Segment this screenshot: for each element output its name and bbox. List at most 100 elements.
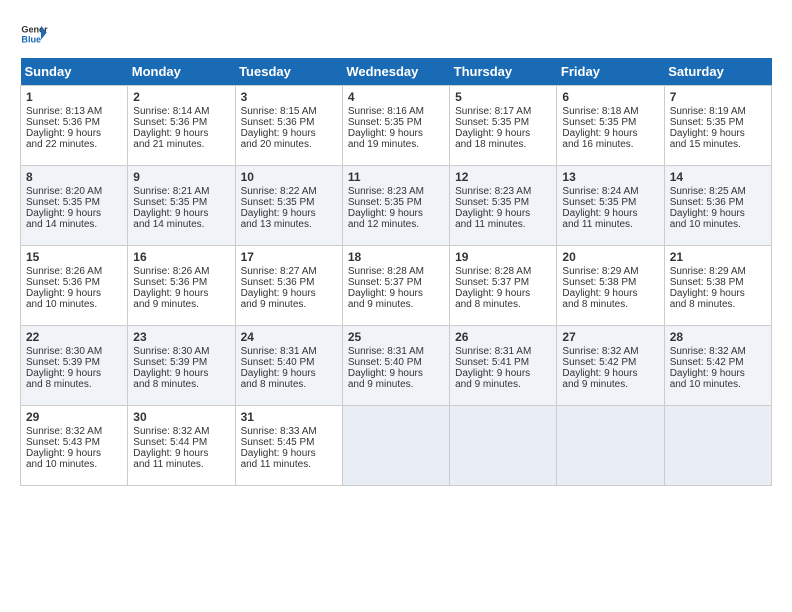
day-number: 5 xyxy=(455,90,551,104)
day-info-line: Daylight: 9 hours xyxy=(455,128,551,139)
day-info-line: Daylight: 9 hours xyxy=(562,208,658,219)
calendar-cell: 21Sunrise: 8:29 AMSunset: 5:38 PMDayligh… xyxy=(664,246,771,326)
day-info-line: Sunrise: 8:26 AM xyxy=(26,266,122,277)
day-info-line: Daylight: 9 hours xyxy=(562,128,658,139)
day-info-line: Sunset: 5:42 PM xyxy=(670,357,766,368)
day-info-line: Sunset: 5:36 PM xyxy=(670,197,766,208)
day-info-line: Daylight: 9 hours xyxy=(133,288,229,299)
day-number: 30 xyxy=(133,410,229,424)
day-info-line: Daylight: 9 hours xyxy=(26,128,122,139)
day-info-line: Daylight: 9 hours xyxy=(455,368,551,379)
day-info-line: Sunset: 5:39 PM xyxy=(26,357,122,368)
calendar-cell: 29Sunrise: 8:32 AMSunset: 5:43 PMDayligh… xyxy=(21,406,128,486)
calendar-cell: 9Sunrise: 8:21 AMSunset: 5:35 PMDaylight… xyxy=(128,166,235,246)
calendar-cell: 26Sunrise: 8:31 AMSunset: 5:41 PMDayligh… xyxy=(450,326,557,406)
calendar-cell: 10Sunrise: 8:22 AMSunset: 5:35 PMDayligh… xyxy=(235,166,342,246)
calendar-cell xyxy=(557,406,664,486)
day-number: 14 xyxy=(670,170,766,184)
day-info-line: and 11 minutes. xyxy=(562,219,658,230)
calendar-cell: 25Sunrise: 8:31 AMSunset: 5:40 PMDayligh… xyxy=(342,326,449,406)
day-number: 23 xyxy=(133,330,229,344)
day-number: 27 xyxy=(562,330,658,344)
day-info-line: Daylight: 9 hours xyxy=(562,288,658,299)
day-info-line: Daylight: 9 hours xyxy=(670,208,766,219)
day-info-line: Sunset: 5:36 PM xyxy=(133,277,229,288)
calendar-cell: 27Sunrise: 8:32 AMSunset: 5:42 PMDayligh… xyxy=(557,326,664,406)
calendar-cell: 1Sunrise: 8:13 AMSunset: 5:36 PMDaylight… xyxy=(21,86,128,166)
day-number: 19 xyxy=(455,250,551,264)
day-info-line: and 8 minutes. xyxy=(26,379,122,390)
day-number: 25 xyxy=(348,330,444,344)
day-info-line: and 8 minutes. xyxy=(455,299,551,310)
day-info-line: Daylight: 9 hours xyxy=(670,288,766,299)
day-number: 31 xyxy=(241,410,337,424)
day-info-line: Sunset: 5:45 PM xyxy=(241,437,337,448)
day-info-line: Sunset: 5:35 PM xyxy=(562,197,658,208)
day-info-line: and 8 minutes. xyxy=(133,379,229,390)
day-info-line: Sunset: 5:43 PM xyxy=(26,437,122,448)
weekday-header-sunday: Sunday xyxy=(21,58,128,86)
day-info-line: Sunrise: 8:26 AM xyxy=(133,266,229,277)
day-info-line: and 9 minutes. xyxy=(562,379,658,390)
day-number: 29 xyxy=(26,410,122,424)
day-info-line: Sunset: 5:39 PM xyxy=(133,357,229,368)
day-info-line: and 9 minutes. xyxy=(455,379,551,390)
day-info-line: Sunrise: 8:28 AM xyxy=(348,266,444,277)
weekday-header-tuesday: Tuesday xyxy=(235,58,342,86)
svg-text:Blue: Blue xyxy=(21,34,41,44)
day-info-line: Sunrise: 8:15 AM xyxy=(241,106,337,117)
day-number: 6 xyxy=(562,90,658,104)
day-info-line: Sunset: 5:36 PM xyxy=(26,117,122,128)
day-number: 11 xyxy=(348,170,444,184)
day-info-line: Daylight: 9 hours xyxy=(26,288,122,299)
day-info-line: Sunset: 5:35 PM xyxy=(26,197,122,208)
calendar-cell: 2Sunrise: 8:14 AMSunset: 5:36 PMDaylight… xyxy=(128,86,235,166)
day-info-line: Sunrise: 8:31 AM xyxy=(348,346,444,357)
day-info-line: Sunset: 5:37 PM xyxy=(455,277,551,288)
calendar-cell xyxy=(342,406,449,486)
day-number: 17 xyxy=(241,250,337,264)
day-info-line: Sunrise: 8:17 AM xyxy=(455,106,551,117)
weekday-header-thursday: Thursday xyxy=(450,58,557,86)
day-info-line: Sunrise: 8:31 AM xyxy=(241,346,337,357)
calendar-cell: 5Sunrise: 8:17 AMSunset: 5:35 PMDaylight… xyxy=(450,86,557,166)
day-info-line: and 10 minutes. xyxy=(26,299,122,310)
day-number: 1 xyxy=(26,90,122,104)
day-info-line: Daylight: 9 hours xyxy=(670,128,766,139)
day-number: 26 xyxy=(455,330,551,344)
calendar-week-1: 1Sunrise: 8:13 AMSunset: 5:36 PMDaylight… xyxy=(21,86,772,166)
day-info-line: Daylight: 9 hours xyxy=(348,208,444,219)
day-number: 7 xyxy=(670,90,766,104)
day-info-line: and 8 minutes. xyxy=(241,379,337,390)
day-info-line: Daylight: 9 hours xyxy=(241,288,337,299)
day-info-line: Daylight: 9 hours xyxy=(241,208,337,219)
day-info-line: and 8 minutes. xyxy=(670,299,766,310)
day-info-line: Sunset: 5:38 PM xyxy=(670,277,766,288)
calendar-cell: 28Sunrise: 8:32 AMSunset: 5:42 PMDayligh… xyxy=(664,326,771,406)
page-header: General Blue xyxy=(20,20,772,48)
day-info-line: and 9 minutes. xyxy=(133,299,229,310)
calendar-cell xyxy=(664,406,771,486)
day-info-line: and 9 minutes. xyxy=(348,379,444,390)
day-info-line: and 18 minutes. xyxy=(455,139,551,150)
day-info-line: Sunrise: 8:20 AM xyxy=(26,186,122,197)
day-info-line: Sunrise: 8:23 AM xyxy=(348,186,444,197)
day-info-line: Sunrise: 8:25 AM xyxy=(670,186,766,197)
day-info-line: Daylight: 9 hours xyxy=(670,368,766,379)
day-info-line: Sunrise: 8:23 AM xyxy=(455,186,551,197)
day-info-line: Sunset: 5:38 PM xyxy=(562,277,658,288)
day-info-line: Sunrise: 8:16 AM xyxy=(348,106,444,117)
day-info-line: and 14 minutes. xyxy=(133,219,229,230)
day-info-line: and 15 minutes. xyxy=(670,139,766,150)
calendar-cell: 12Sunrise: 8:23 AMSunset: 5:35 PMDayligh… xyxy=(450,166,557,246)
day-number: 21 xyxy=(670,250,766,264)
day-info-line: Daylight: 9 hours xyxy=(26,448,122,459)
day-info-line: and 14 minutes. xyxy=(26,219,122,230)
day-info-line: Sunset: 5:35 PM xyxy=(241,197,337,208)
day-info-line: Sunrise: 8:33 AM xyxy=(241,426,337,437)
day-info-line: and 20 minutes. xyxy=(241,139,337,150)
day-info-line: Daylight: 9 hours xyxy=(562,368,658,379)
calendar-cell xyxy=(450,406,557,486)
day-info-line: Daylight: 9 hours xyxy=(455,288,551,299)
day-number: 13 xyxy=(562,170,658,184)
